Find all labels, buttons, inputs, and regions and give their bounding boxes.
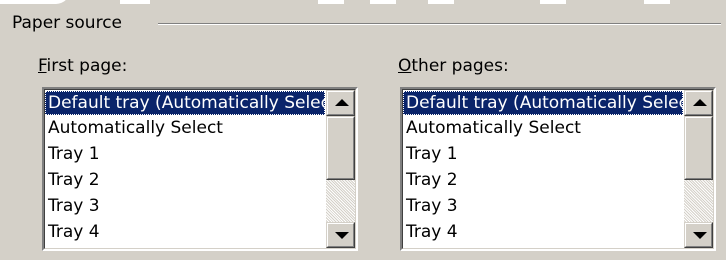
list-item[interactable]: Tray 2 (45, 167, 325, 193)
scroll-up-button[interactable] (684, 90, 713, 116)
other-pages-listbox[interactable]: Default tray (Automatically Select) Auto… (400, 87, 716, 251)
group-divider (158, 23, 721, 25)
other-pages-label: Other pages: (398, 55, 509, 77)
list-item[interactable]: Automatically Select (403, 115, 683, 141)
list-item[interactable]: Tray 4 (403, 219, 683, 245)
list-item[interactable]: Tray 2 (403, 167, 683, 193)
list-item[interactable]: Tray 4 (45, 219, 325, 245)
top-edge-fragment (0, 0, 726, 6)
list-item-selected[interactable]: Default tray (Automatically Select) (45, 91, 325, 115)
arrow-down-icon (335, 232, 349, 239)
first-page-scrollbar[interactable] (326, 90, 355, 248)
scroll-down-button[interactable] (684, 222, 713, 248)
scroll-thumb[interactable] (684, 116, 713, 180)
arrow-up-icon (335, 99, 349, 106)
list-item[interactable]: Automatically Select (45, 115, 325, 141)
list-item[interactable]: Tray 3 (403, 193, 683, 219)
first-page-label-mnemonic: F (38, 56, 47, 76)
list-item[interactable]: Tray 3 (45, 193, 325, 219)
list-item[interactable]: Tray 1 (45, 141, 325, 167)
other-pages-label-mnemonic: O (398, 56, 412, 76)
first-page-label-text: irst page: (46, 56, 128, 76)
scroll-thumb[interactable] (326, 116, 355, 180)
list-item[interactable]: Tray 1 (403, 141, 683, 167)
first-page-listbox[interactable]: Default tray (Automatically Select) Auto… (42, 87, 358, 251)
other-pages-label-text: ther pages: (411, 56, 509, 76)
scroll-down-button[interactable] (326, 222, 355, 248)
arrow-down-icon (693, 232, 707, 239)
other-pages-scrollbar[interactable] (684, 90, 713, 248)
first-page-label: First page: (38, 55, 127, 77)
first-page-items: Default tray (Automatically Select) Auto… (45, 90, 325, 248)
other-pages-items: Default tray (Automatically Select) Auto… (403, 90, 683, 248)
arrow-up-icon (693, 99, 707, 106)
list-item-selected[interactable]: Default tray (Automatically Select) (403, 91, 683, 115)
group-title: Paper source (12, 13, 127, 33)
scroll-up-button[interactable] (326, 90, 355, 116)
